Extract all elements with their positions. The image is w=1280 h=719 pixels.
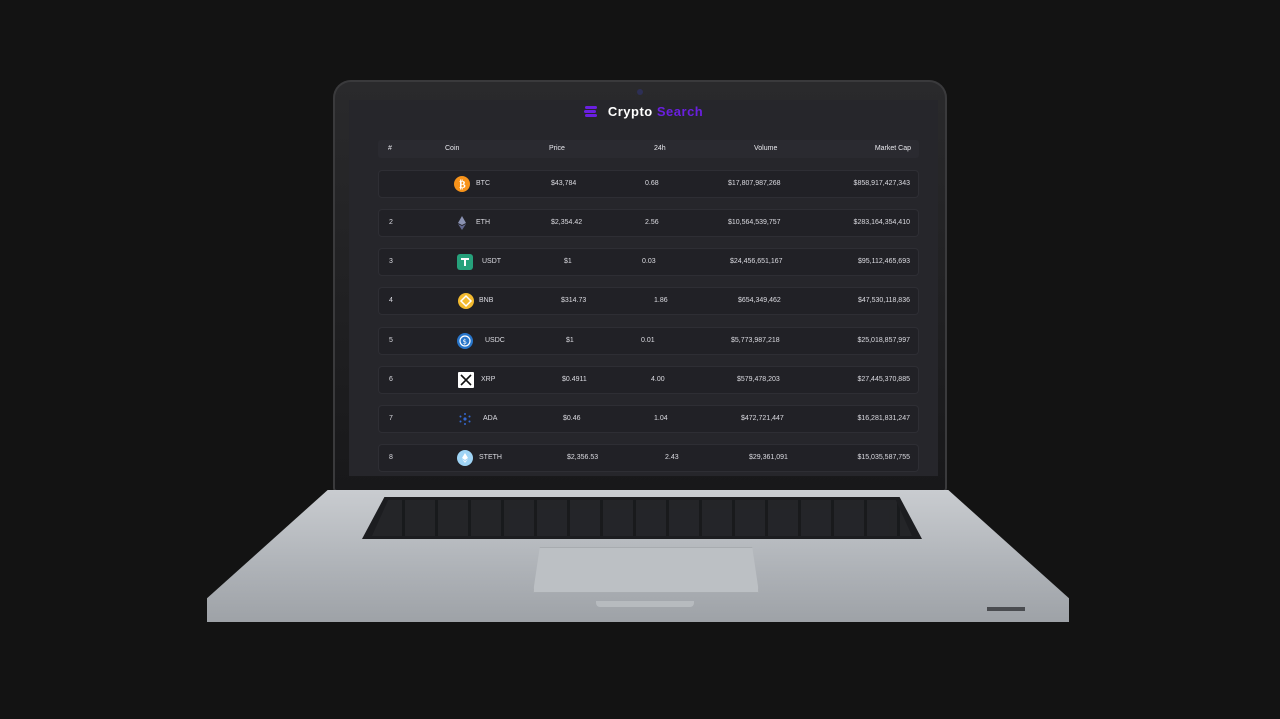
- table-row[interactable]: 3 USDT $1 0.03 $24,456,651,167 $95,112,4…: [378, 248, 919, 276]
- brand-accent: Search: [656, 104, 704, 119]
- bnb-icon: [458, 293, 474, 309]
- header-market-cap: Market Cap: [874, 145, 911, 152]
- table-row[interactable]: 8 STETH $2,356.53 2.43 $29,361,091 $15,0…: [378, 444, 919, 472]
- table-row[interactable]: 2 ETH $2,354.42 2.56 $10,564,539,757 $28…: [378, 209, 919, 237]
- tether-icon: [457, 254, 473, 270]
- table-row[interactable]: ₿ BTC $43,784 0.68 $17,807,987,268 $858,…: [378, 170, 919, 198]
- table-header: # Coin Price 24h Volume Market Cap: [378, 140, 919, 158]
- table-row[interactable]: 5 $ USDC $1 0.01 $5,773,987,218 $25,018,…: [378, 327, 919, 355]
- market-cap: $283,164,354,410: [853, 219, 910, 226]
- change-24h: 1.04: [654, 415, 668, 422]
- usdc-icon: $: [457, 333, 473, 349]
- market-cap: $16,281,831,247: [857, 415, 910, 422]
- header-rank: #: [388, 145, 392, 152]
- brand-name: Crypto: [607, 104, 653, 119]
- coin-symbol: ADA: [483, 415, 498, 422]
- coin-symbol: ETH: [476, 219, 490, 226]
- volume: $24,456,651,167: [730, 258, 783, 265]
- change-24h: 4.00: [651, 376, 665, 383]
- svg-text:₿: ₿: [459, 179, 466, 191]
- coins-logo-icon: [583, 105, 598, 121]
- trackpad: [533, 547, 759, 593]
- price: $2,354.42: [551, 219, 583, 226]
- rank: 7: [389, 415, 393, 422]
- change-24h: 0.01: [641, 337, 655, 344]
- rank: 3: [389, 258, 393, 265]
- svg-text:$: $: [463, 338, 467, 346]
- cardano-icon: [457, 411, 473, 427]
- coin-symbol: USDT: [482, 258, 502, 265]
- volume: $29,361,091: [749, 454, 788, 461]
- price: $43,784: [551, 180, 577, 187]
- rank: 5: [389, 337, 393, 344]
- webcam-icon: [637, 89, 643, 95]
- change-24h: 2.56: [645, 219, 659, 226]
- volume: $17,807,987,268: [728, 180, 781, 187]
- change-24h: 1.86: [654, 297, 668, 304]
- volume: $472,721,447: [741, 415, 784, 422]
- laptop-lip: [596, 601, 694, 607]
- table-row[interactable]: 4 BNB $314.73 1.86 $654,349,462 $47,530,…: [378, 287, 919, 315]
- market-cap: $25,018,857,997: [857, 337, 910, 344]
- price: $1: [564, 258, 572, 265]
- rank: 4: [389, 297, 393, 304]
- header-price: Price: [549, 145, 565, 152]
- market-cap: $27,445,370,885: [857, 376, 910, 383]
- rank: 2: [389, 219, 393, 226]
- price: $314.73: [561, 297, 587, 304]
- volume: $5,773,987,218: [731, 337, 780, 344]
- keyboard-keys: [372, 500, 912, 536]
- market-cap: $95,112,465,693: [857, 258, 910, 265]
- side-port: [987, 607, 1025, 611]
- bitcoin-icon: ₿: [454, 176, 470, 192]
- change-24h: 2.43: [665, 454, 679, 461]
- header-volume: Volume: [754, 145, 778, 152]
- coin-symbol: BTC: [476, 180, 490, 187]
- volume: $579,478,203: [737, 376, 780, 383]
- rank: 8: [389, 454, 393, 461]
- price: $0.4911: [562, 376, 587, 383]
- change-24h: 0.68: [645, 180, 659, 187]
- ethereum-icon: [454, 215, 470, 231]
- header-coin: Coin: [445, 145, 460, 152]
- coin-symbol: XRP: [481, 376, 496, 383]
- laptop-screen: Crypto Search # Coin Price 24h Volume Ma…: [349, 100, 938, 476]
- table-row[interactable]: 6 XRP $0.4911 4.00 $579,478,203 $27,445,…: [378, 366, 919, 394]
- price: $2,356.53: [567, 454, 599, 461]
- price: $0.46: [563, 415, 581, 422]
- volume: $10,564,539,757: [728, 219, 781, 226]
- coin-symbol: STETH: [479, 454, 502, 461]
- price: $1: [566, 337, 574, 344]
- steth-icon: [457, 450, 473, 466]
- rank: 6: [389, 376, 393, 383]
- table-row[interactable]: 7 ADA $0.46 1.04 $472,721,447 $16,281,83…: [378, 405, 919, 433]
- volume: $654,349,462: [738, 297, 781, 304]
- app-header: Crypto Search: [349, 104, 938, 121]
- header-24h: 24h: [654, 145, 666, 152]
- coin-symbol: USDC: [485, 337, 505, 344]
- market-cap: $15,035,587,755: [857, 454, 910, 461]
- market-cap: $858,917,427,343: [853, 180, 910, 187]
- xrp-icon: [458, 372, 474, 388]
- coin-symbol: BNB: [479, 297, 494, 304]
- change-24h: 0.03: [642, 258, 656, 265]
- market-cap: $47,530,118,836: [857, 297, 910, 304]
